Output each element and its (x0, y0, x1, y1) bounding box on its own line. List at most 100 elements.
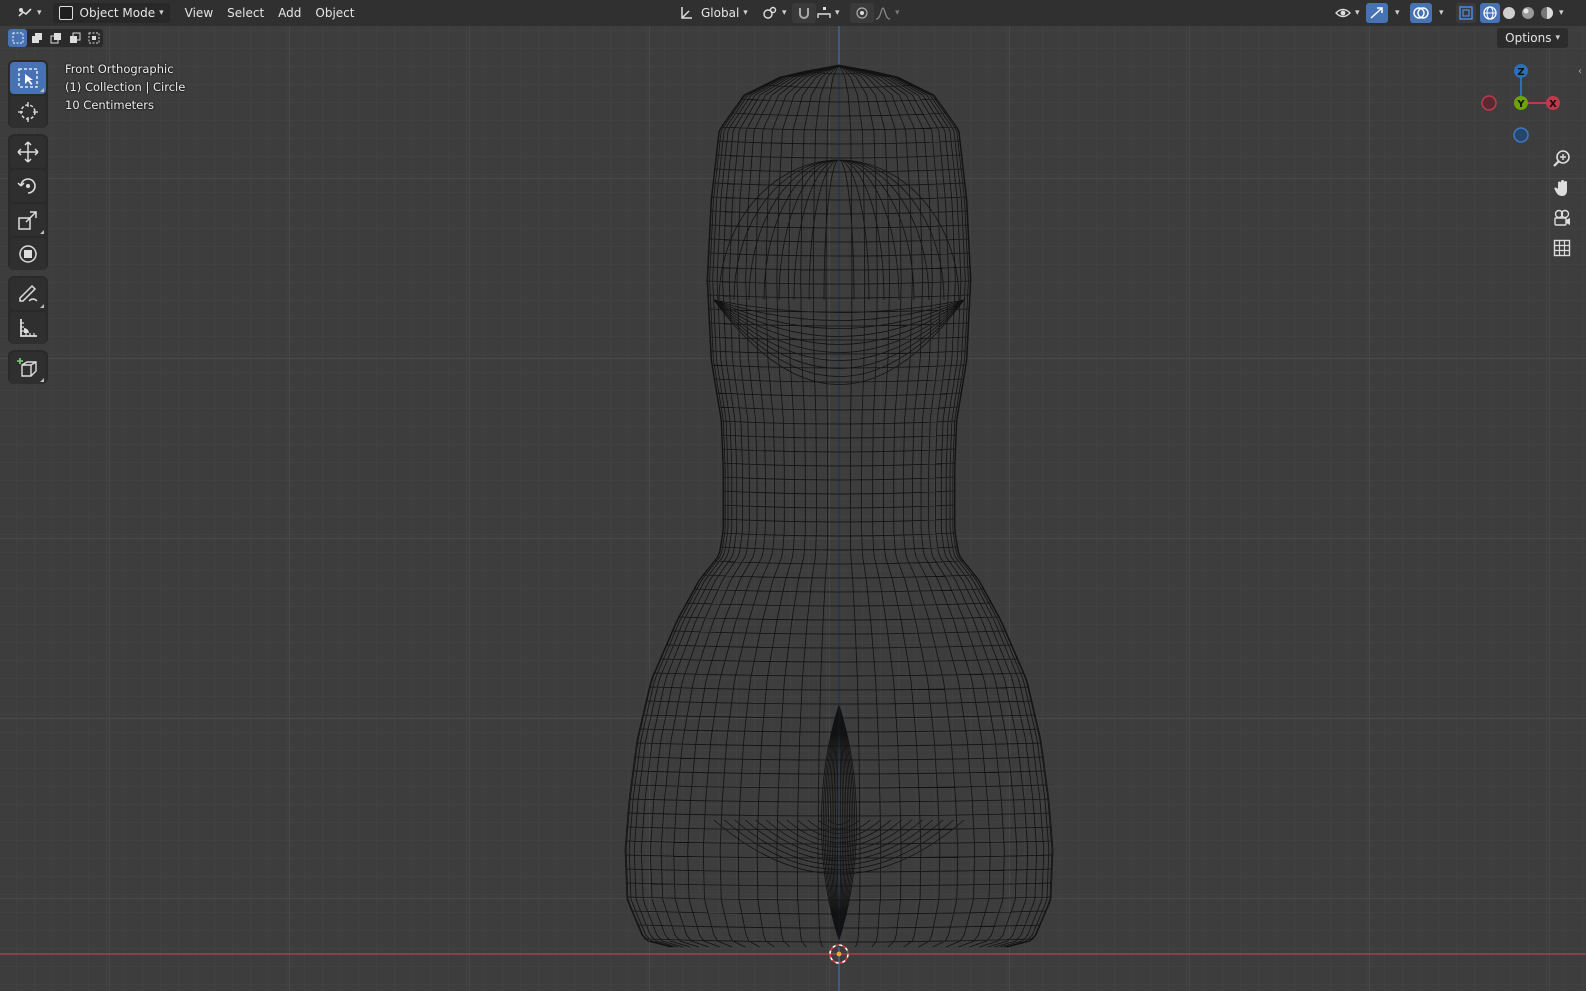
pivot-icon (763, 6, 777, 19)
xray-icon (1459, 6, 1473, 20)
pan-hand-icon (1554, 180, 1567, 196)
scale-icon (18, 211, 37, 230)
y-axis-label: Y (1516, 99, 1525, 110)
editor-type-button[interactable]: ▾ (12, 3, 47, 23)
view-name: Front Orthographic (65, 62, 174, 76)
transform-icon (19, 245, 37, 263)
falloff-curve-icon (875, 7, 891, 20)
transform-tool[interactable] (10, 238, 46, 270)
overlays-icon (1413, 7, 1429, 19)
options-label: Options (1505, 31, 1552, 45)
zoom-icon (1553, 150, 1570, 167)
z-axis-label: Z (1517, 67, 1524, 78)
editor-type-icon (18, 8, 32, 17)
selection-mode-group (8, 29, 103, 47)
select-box-tool[interactable] (10, 62, 46, 94)
measure-tool[interactable] (10, 312, 46, 344)
rendered-sphere-icon (1541, 7, 1553, 19)
neg-x-axis-handle[interactable] (1481, 95, 1497, 111)
chevron-down-icon: ▾ (1439, 8, 1444, 18)
scale-tool[interactable] (10, 204, 46, 236)
select-extend-icon (31, 33, 42, 43)
mode-label: Object Mode (79, 6, 156, 20)
menu-object[interactable]: Object (308, 3, 361, 23)
ortho-toggle-button[interactable] (1550, 236, 1574, 260)
cursor-tool[interactable] (10, 96, 46, 128)
grid-ortho-icon (1553, 239, 1571, 257)
falloff-button[interactable]: ▾ (870, 3, 905, 23)
select-subtract-button[interactable] (46, 29, 65, 47)
overlays-toggle[interactable] (1410, 3, 1432, 23)
chevron-down-icon: ▾ (1559, 8, 1564, 18)
object-mode-icon (58, 6, 73, 20)
menu-select[interactable]: Select (220, 3, 271, 23)
scale-info: 10 Centimeters (65, 98, 154, 112)
xray-toggle[interactable] (1456, 3, 1476, 23)
overlays-dropdown[interactable]: ▾ (1430, 3, 1449, 23)
camera-view-button[interactable] (1550, 206, 1574, 230)
chevron-down-icon: ▾ (159, 8, 164, 18)
add-cube-tool[interactable] (10, 352, 46, 384)
shading-rendered-button[interactable] (1537, 3, 1557, 23)
viewport-header: ▾ Object Mode ▾ View Select Add Object G… (0, 0, 1586, 26)
chevron-down-icon: ▾ (1355, 8, 1360, 18)
menu-add[interactable]: Add (271, 3, 308, 23)
solid-sphere-icon (1503, 7, 1515, 19)
select-extend-button[interactable] (27, 29, 46, 47)
gizmo-dropdown[interactable]: ▾ (1386, 3, 1405, 23)
chevron-down-icon: ▾ (782, 8, 787, 18)
proportional-edit-icon (856, 7, 868, 19)
snap-magnet-icon (799, 8, 809, 19)
shading-wireframe-button[interactable] (1480, 3, 1500, 23)
shading-solid-button[interactable] (1499, 3, 1519, 23)
chevron-down-icon: ▾ (1555, 33, 1560, 43)
shading-dropdown[interactable]: ▾ (1557, 3, 1566, 23)
snap-target-button[interactable]: ▾ (812, 3, 845, 23)
pan-button[interactable] (1550, 176, 1574, 200)
orientation-icon (681, 7, 692, 19)
eye-icon (1335, 8, 1351, 18)
neg-z-axis-handle[interactable] (1513, 127, 1529, 143)
orientation-label: Global (701, 6, 740, 20)
sidebar-toggle-icon[interactable]: ‹ (1578, 66, 1582, 77)
move-tool[interactable] (10, 136, 46, 168)
snap-increment-icon (817, 7, 831, 18)
chevron-down-icon: ▾ (895, 8, 900, 18)
tool-shelf (8, 60, 48, 390)
viewport-info: Front Orthographic (1) Collection | Circ… (65, 60, 185, 114)
visibility-button[interactable]: ▾ (1330, 3, 1365, 23)
select-intersect-icon (88, 32, 99, 44)
rotate-tool[interactable] (10, 170, 46, 202)
select-intersect-button[interactable] (84, 29, 103, 47)
annotate-tool[interactable] (10, 278, 46, 310)
zoom-button[interactable] (1550, 146, 1574, 170)
select-new-button[interactable] (8, 29, 27, 47)
chevron-down-icon: ▾ (743, 8, 748, 18)
transform-orientation-select[interactable]: Global ▾ (674, 3, 753, 23)
measure-icon (20, 319, 37, 337)
x-axis-label: X (1549, 99, 1557, 110)
select-subtract-icon (50, 33, 61, 44)
add-cube-icon (17, 358, 37, 377)
material-sphere-icon (1522, 7, 1534, 19)
mesh-edges (624, 64, 1054, 948)
navigation-gizmo[interactable]: Z X Y (1478, 60, 1564, 146)
rotate-icon (17, 178, 36, 194)
select-invert-icon (69, 32, 80, 43)
annotate-icon (19, 284, 38, 302)
mode-select[interactable]: Object Mode ▾ (52, 3, 170, 23)
pivot-point-button[interactable]: ▾ (757, 3, 792, 23)
select-invert-button[interactable] (65, 29, 84, 47)
wireframe-mesh[interactable] (0, 0, 1586, 991)
3d-viewport[interactable] (0, 0, 1586, 991)
select-box-icon (18, 68, 38, 88)
camera-icon (1554, 209, 1570, 226)
gizmo-toggle[interactable] (1366, 3, 1388, 23)
select-new-icon (12, 32, 23, 44)
cursor-icon (18, 102, 38, 122)
options-button[interactable]: Options ▾ (1497, 28, 1568, 48)
chevron-down-icon: ▾ (835, 8, 840, 18)
shading-material-button[interactable] (1518, 3, 1538, 23)
wireframe-sphere-icon (1483, 6, 1497, 20)
menu-view[interactable]: View (178, 3, 220, 23)
